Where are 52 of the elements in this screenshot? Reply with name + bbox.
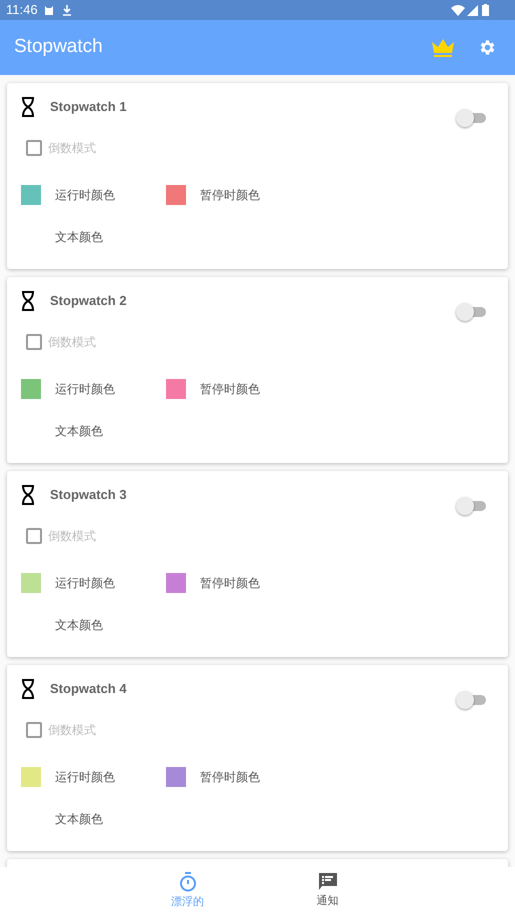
color-label: 运行时颜色 [55, 575, 116, 592]
toggle-switch[interactable] [456, 497, 486, 515]
color-swatch[interactable] [21, 379, 41, 399]
color-swatch[interactable] [166, 185, 186, 205]
stopwatch-title: Stopwatch 4 [50, 680, 127, 698]
hourglass-icon [21, 485, 35, 505]
hourglass-icon [21, 291, 35, 311]
color-swatch[interactable] [21, 185, 41, 205]
text-color-label[interactable]: 文本颜色 [55, 230, 103, 244]
settings-icon[interactable] [478, 38, 497, 57]
color-label: 运行时颜色 [55, 187, 116, 204]
message-icon [318, 873, 336, 892]
app-title: Stopwatch [14, 35, 104, 60]
stopwatch-title: Stopwatch 3 [50, 486, 127, 504]
color-label: 暂停时颜色 [200, 769, 260, 786]
signal-icon [467, 4, 478, 16]
toggle-switch[interactable] [456, 691, 486, 709]
color-swatch[interactable] [166, 767, 186, 787]
checkbox-label: 倒数模式 [48, 334, 96, 351]
color-swatch[interactable] [21, 573, 41, 593]
hourglass-icon [21, 97, 35, 117]
checkbox[interactable] [26, 722, 42, 738]
text-color-label[interactable]: 文本颜色 [55, 424, 103, 438]
text-color-label[interactable]: 文本颜色 [55, 812, 103, 826]
color-swatch[interactable] [166, 573, 186, 593]
wifi-icon [451, 4, 465, 16]
download-icon [62, 4, 72, 16]
battery-icon [482, 4, 489, 16]
stopwatch-icon [178, 872, 196, 892]
color-swatch[interactable] [166, 379, 186, 399]
color-label: 暂停时颜色 [200, 381, 260, 398]
color-label: 运行时颜色 [55, 769, 116, 786]
nav-tab[interactable]: 通知 [292, 867, 362, 916]
hourglass-icon [21, 679, 35, 699]
color-swatch[interactable] [21, 767, 41, 787]
checkbox[interactable] [26, 334, 42, 350]
checkbox-label: 倒数模式 [48, 528, 96, 545]
toggle-switch[interactable] [456, 109, 486, 127]
stopwatch-title: Stopwatch 1 [50, 98, 127, 116]
toggle-switch[interactable] [456, 303, 486, 321]
color-label: 运行时颜色 [55, 381, 116, 398]
status-time: 11:46 [6, 1, 38, 20]
text-color-label[interactable]: 文本颜色 [55, 618, 103, 632]
color-label: 暂停时颜色 [200, 187, 260, 204]
stopwatch-title: Stopwatch 2 [50, 292, 127, 310]
crown-icon[interactable] [432, 38, 454, 56]
color-label: 暂停时颜色 [200, 575, 260, 592]
checkbox-label: 倒数模式 [48, 722, 96, 739]
checkbox[interactable] [26, 140, 42, 156]
checkbox-label: 倒数模式 [48, 140, 96, 157]
checkbox[interactable] [26, 528, 42, 544]
cat-icon [44, 5, 54, 15]
